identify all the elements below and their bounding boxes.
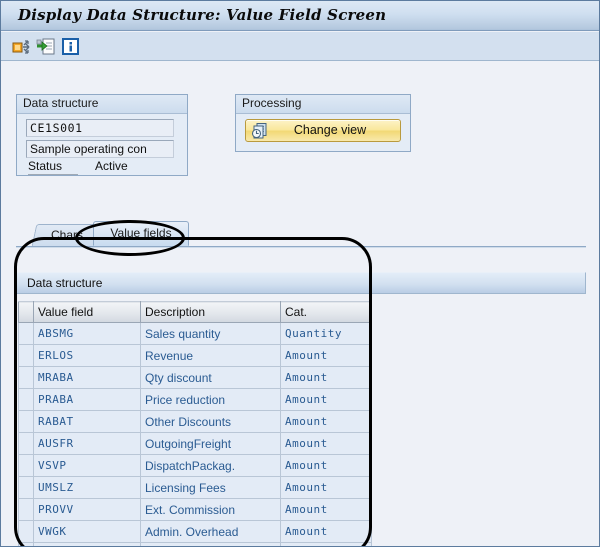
table-row[interactable]: VTRGKSales OverheadAmount — [18, 542, 372, 546]
row-selector[interactable] — [18, 322, 34, 345]
cell-cat[interactable]: Amount — [280, 344, 372, 367]
selection-marker — [142, 324, 147, 329]
data-structure-section-header: Data structure — [16, 272, 586, 294]
cell-cat[interactable]: Amount — [280, 476, 372, 499]
cell-description[interactable]: OutgoingFreight — [140, 432, 281, 455]
cell-value-field[interactable]: PROVV — [33, 498, 141, 521]
value-fields-table: Value field Description Cat. ABSMG Sales … — [18, 301, 372, 546]
status-value: Active — [95, 159, 128, 173]
cell-value-field[interactable]: UMSLZ — [33, 476, 141, 499]
cell-value-field[interactable]: RABAT — [33, 410, 141, 433]
cell-value-field[interactable]: VTRGK — [33, 542, 141, 546]
import-icon[interactable] — [36, 37, 56, 56]
cell-cat[interactable]: Quantity — [280, 322, 372, 345]
cell-value-field[interactable]: PRABA — [33, 388, 141, 411]
cell-description[interactable]: Revenue — [140, 344, 281, 367]
tab-chars[interactable]: Chars — [31, 224, 103, 246]
row-selector[interactable] — [18, 344, 34, 367]
tab-value-fields-label: Value fields — [110, 226, 172, 240]
selection-marker — [275, 324, 280, 329]
cell-value-field[interactable]: ABSMG — [33, 322, 141, 345]
column-header-cat[interactable]: Cat. — [280, 301, 372, 323]
main-content: Data structure CE1S001 Sample operating … — [1, 61, 599, 546]
cell-cat[interactable]: Amount — [280, 410, 372, 433]
cell-cat[interactable]: Amount — [280, 388, 372, 411]
row-selector[interactable] — [18, 476, 34, 499]
row-selector[interactable] — [18, 454, 34, 477]
table-select-all-header[interactable] — [18, 301, 34, 323]
column-header-value-field[interactable]: Value field — [33, 301, 141, 323]
cell-value-field[interactable]: ERLOS — [33, 344, 141, 367]
table-row[interactable]: PROVV Ext. Commission Amount — [18, 498, 372, 521]
cell-cat[interactable]: Amount — [280, 520, 372, 543]
table-row[interactable]: ERLOS Revenue Amount — [18, 344, 372, 367]
tab-chars-label: Chars — [50, 228, 83, 242]
row-selector[interactable] — [18, 410, 34, 433]
selection-marker — [275, 339, 280, 344]
cell-cat[interactable]: Amount — [280, 454, 372, 477]
structure-description-field[interactable]: Sample operating con — [26, 140, 174, 158]
cell-cat[interactable]: Amount — [280, 432, 372, 455]
table-row[interactable]: ABSMG Sales quantity Quantity — [18, 322, 372, 345]
cell-cat[interactable]: Amount — [280, 542, 372, 546]
row-selector[interactable] — [18, 520, 34, 543]
row-selector[interactable] — [18, 542, 34, 546]
cell-cat[interactable]: Amount — [280, 498, 372, 521]
table-row[interactable]: VSVP DispatchPackag. Amount — [18, 454, 372, 477]
cell-description[interactable]: Sales quantity — [140, 322, 281, 345]
selection-marker — [142, 339, 147, 344]
cell-description[interactable]: Ext. Commission — [140, 498, 281, 521]
selection-marker — [35, 324, 40, 329]
cell-value-field[interactable]: VSVP — [33, 454, 141, 477]
processing-panel-title: Processing — [236, 95, 410, 114]
page-title: Display Data Structure: Value Field Scre… — [18, 6, 387, 24]
cell-description[interactable]: Licensing Fees — [140, 476, 281, 499]
cell-description[interactable]: Other Discounts — [140, 410, 281, 433]
data-structure-panel-title: Data structure — [17, 95, 187, 114]
table-row[interactable]: RABAT Other Discounts Amount — [18, 410, 372, 433]
info-icon[interactable] — [61, 37, 81, 56]
table-row[interactable]: MRABA Qty discount Amount — [18, 366, 372, 389]
tab-value-fields[interactable]: Value fields — [93, 221, 189, 246]
row-selector[interactable] — [18, 366, 34, 389]
table-body: ABSMG Sales quantity Quantity ERLOS Revenue A… — [18, 322, 372, 546]
processing-panel: Processing Change view — [235, 94, 411, 152]
cell-description[interactable]: Price reduction — [140, 388, 281, 411]
cell-cat[interactable]: Amount — [280, 366, 372, 389]
table-header-row: Value field Description Cat. — [18, 301, 372, 323]
cell-description[interactable]: Qty discount — [140, 366, 281, 389]
status-label: Status — [28, 159, 78, 175]
cell-value-field[interactable]: AUSFR — [33, 432, 141, 455]
tab-strip-divider-highlight — [16, 247, 586, 248]
table-row[interactable]: VWGK Admin. Overhead Amount — [18, 520, 372, 543]
change-view-button[interactable]: Change view — [245, 119, 401, 142]
sap-window: Display Data Structure: Value Field Scre… — [0, 0, 600, 547]
data-structure-panel: Data structure CE1S001 Sample operating … — [16, 94, 188, 176]
tab-strip: Chars Value fields — [16, 221, 586, 248]
expand-icon[interactable] — [12, 37, 32, 56]
table-row[interactable]: UMSLZ Licensing Fees Amount — [18, 476, 372, 499]
cell-description[interactable]: Sales Overhead — [140, 542, 281, 546]
title-bar: Display Data Structure: Value Field Scre… — [1, 1, 599, 31]
selection-marker — [35, 339, 40, 344]
column-header-description[interactable]: Description — [140, 301, 281, 323]
row-selector[interactable] — [18, 498, 34, 521]
table-row[interactable]: PRABA Price reduction Amount — [18, 388, 372, 411]
cell-value-field[interactable]: MRABA — [33, 366, 141, 389]
cell-description[interactable]: Admin. Overhead — [140, 520, 281, 543]
table-row[interactable]: AUSFR OutgoingFreight Amount — [18, 432, 372, 455]
cell-description[interactable]: DispatchPackag. — [140, 454, 281, 477]
structure-id-field[interactable]: CE1S001 — [26, 119, 174, 137]
row-selector[interactable] — [18, 432, 34, 455]
cell-value-field[interactable]: VWGK — [33, 520, 141, 543]
value-fields-table-wrapper: Value field Description Cat. ABSMG Sales … — [18, 301, 372, 546]
row-selector[interactable] — [18, 388, 34, 411]
change-view-button-label: Change view — [293, 123, 367, 137]
toolbar — [1, 32, 599, 61]
